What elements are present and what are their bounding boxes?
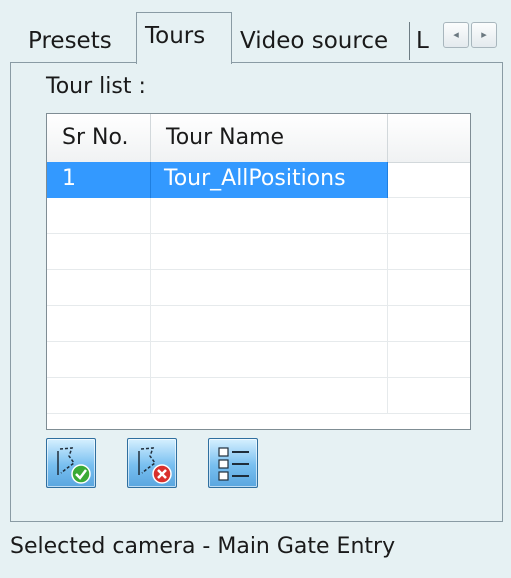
cell-tour-name — [151, 198, 388, 234]
cell-tour-name — [151, 342, 388, 378]
delete-tour-icon — [138, 447, 172, 484]
tour-list-details-button[interactable] — [208, 438, 258, 488]
status-text: Selected camera - Main Gate Entry — [10, 534, 396, 559]
grid-header: Sr No. Tour Name — [47, 114, 470, 163]
arrow-left-icon: ◂ — [453, 28, 459, 41]
table-row[interactable] — [47, 378, 470, 414]
tab-presets[interactable]: Presets — [22, 22, 134, 60]
column-header-sr-no[interactable]: Sr No. — [47, 114, 151, 162]
arrow-right-icon: ▸ — [481, 28, 487, 41]
table-row[interactable] — [47, 306, 470, 342]
add-tour-button[interactable] — [46, 438, 96, 488]
tab-scroll-left-button[interactable]: ◂ — [443, 22, 469, 48]
delete-tour-button[interactable] — [127, 438, 177, 488]
column-header-tour-name[interactable]: Tour Name — [151, 114, 388, 162]
tab-scroll-buttons: ◂ ▸ — [443, 22, 499, 48]
tab-divider — [10, 62, 503, 63]
add-tour-icon — [57, 447, 91, 484]
tab-strip: Presets Tours Video source L ◂ ▸ — [0, 0, 511, 64]
cell-sr-no — [47, 306, 151, 342]
cell-tour-name — [151, 378, 388, 414]
cell-tour-name — [151, 306, 388, 342]
cell-sr-no: 1 — [47, 162, 151, 198]
cell-sr-no — [47, 342, 151, 378]
tab-video-source[interactable]: Video source — [234, 22, 410, 60]
tour-list-grid[interactable]: Sr No. Tour Name 1 Tour_AllPositions — [46, 113, 471, 430]
tour-list-details-icon — [218, 447, 249, 481]
table-row[interactable] — [47, 342, 470, 378]
cell-tour-name — [151, 270, 388, 306]
table-row[interactable] — [47, 198, 470, 234]
table-row[interactable] — [47, 234, 470, 270]
cell-sr-no — [47, 198, 151, 234]
cell-tour-name — [151, 234, 388, 270]
tab-partial[interactable]: L — [412, 22, 442, 60]
cell-sr-no — [47, 270, 151, 306]
column-header-filler — [388, 114, 470, 162]
tab-scroll-right-button[interactable]: ▸ — [471, 22, 497, 48]
cell-sr-no — [47, 378, 151, 414]
table-row[interactable] — [47, 270, 470, 306]
tour-list-label: Tour list : — [46, 74, 146, 99]
cell-sr-no — [47, 234, 151, 270]
table-row[interactable]: 1 Tour_AllPositions — [47, 162, 470, 198]
tab-tours[interactable]: Tours — [136, 12, 232, 64]
cell-tour-name: Tour_AllPositions — [151, 162, 388, 198]
